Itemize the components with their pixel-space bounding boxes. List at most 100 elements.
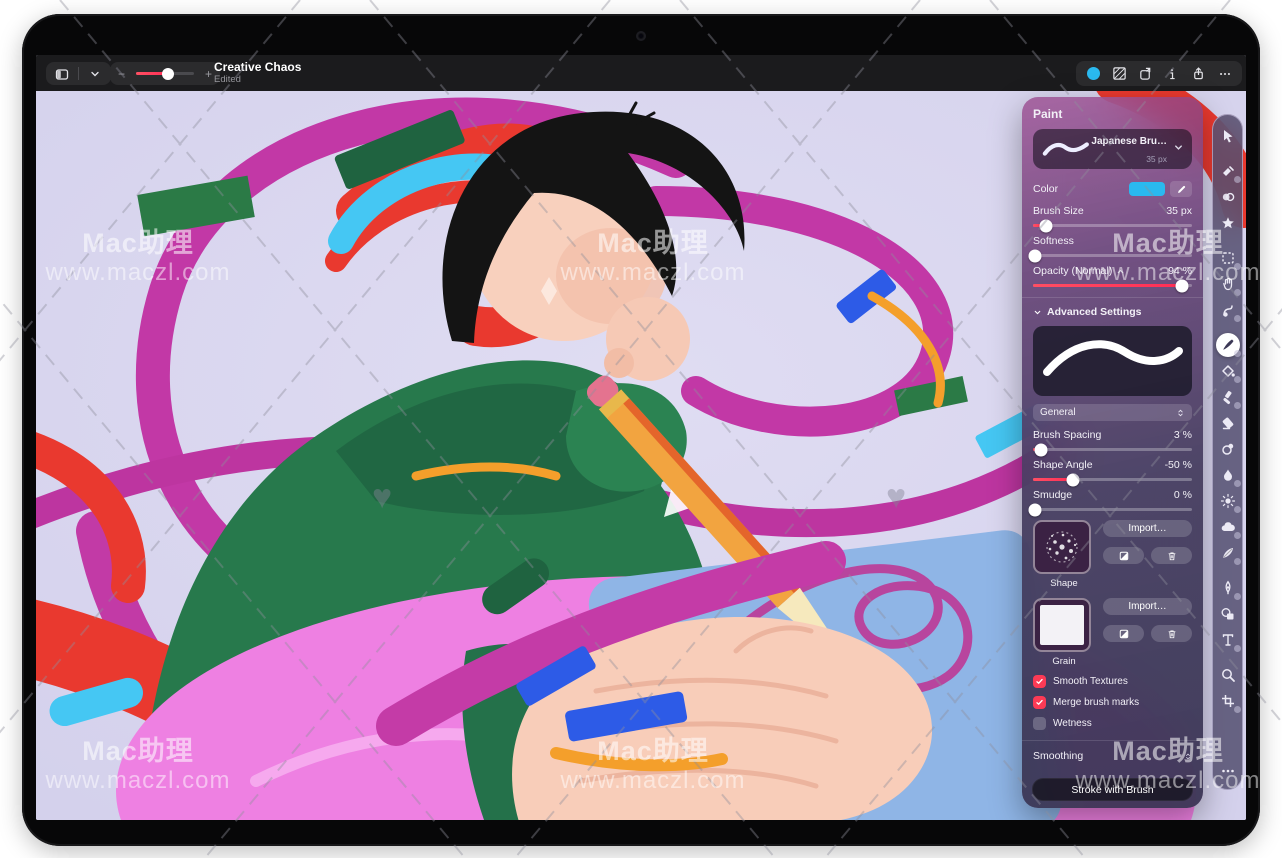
brush-size-slider[interactable]: Brush Size35 px bbox=[1033, 205, 1192, 227]
settings-category-select[interactable]: General bbox=[1033, 404, 1192, 421]
chevron-down-icon[interactable] bbox=[85, 64, 105, 84]
shape-angle-slider[interactable]: Shape Angle-50 % bbox=[1033, 459, 1192, 481]
zoom-slider-group[interactable]: − + bbox=[110, 62, 220, 85]
clone-tool[interactable] bbox=[1216, 437, 1240, 461]
zoom-slider[interactable] bbox=[136, 72, 194, 75]
brush-spacing-slider[interactable]: Brush Spacing3 % bbox=[1033, 429, 1192, 451]
divider bbox=[1022, 297, 1203, 298]
shapes-tool[interactable] bbox=[1216, 602, 1240, 626]
rotate-canvas-icon[interactable] bbox=[1136, 64, 1156, 84]
pencil-icon bbox=[1176, 184, 1187, 195]
document-title-block: Creative Chaos Edited bbox=[214, 60, 301, 85]
toolbar-separator bbox=[78, 67, 79, 80]
text-tool[interactable] bbox=[1216, 628, 1240, 652]
wetness-checkbox[interactable]: Wetness bbox=[1033, 717, 1192, 730]
toolbar-right-group bbox=[1076, 61, 1242, 86]
paint-tool[interactable] bbox=[1216, 333, 1240, 357]
grain-delete-button[interactable] bbox=[1151, 625, 1192, 642]
screenshot-stage: − + Creative Chaos Edited bbox=[0, 0, 1282, 858]
active-color-swatch[interactable] bbox=[1083, 64, 1103, 84]
chevron-down-icon[interactable] bbox=[1173, 140, 1184, 158]
toolbar: − + Creative Chaos Edited bbox=[36, 55, 1246, 91]
app-window: − + Creative Chaos Edited bbox=[36, 55, 1246, 820]
document-status: Edited bbox=[214, 74, 301, 85]
slice-tool[interactable] bbox=[1216, 689, 1240, 713]
tool-strip bbox=[1212, 114, 1243, 790]
slider-knob[interactable] bbox=[1034, 443, 1047, 456]
smooth-textures-checkbox[interactable]: Smooth Textures bbox=[1033, 675, 1192, 688]
slider-knob[interactable] bbox=[1039, 219, 1052, 232]
brush-selector[interactable]: Japanese Bru… 35 px bbox=[1033, 129, 1192, 169]
warp-tool[interactable] bbox=[1216, 541, 1240, 565]
brush-name-block: Japanese Bru… 35 px bbox=[1091, 131, 1167, 167]
brush-size-caption: 35 px bbox=[1146, 154, 1167, 164]
zoom-slider-knob[interactable] bbox=[162, 68, 174, 80]
shape-import-button[interactable]: Import… bbox=[1103, 520, 1192, 537]
updown-chevrons-icon bbox=[1176, 407, 1185, 419]
more-icon[interactable] bbox=[1215, 64, 1235, 84]
info-icon[interactable] bbox=[1162, 64, 1182, 84]
color-adjust-tool[interactable] bbox=[1216, 185, 1240, 209]
color-row: Color bbox=[1033, 181, 1192, 197]
chevron-down-icon bbox=[1033, 308, 1042, 317]
share-icon[interactable] bbox=[1188, 64, 1208, 84]
slider-knob[interactable] bbox=[1176, 279, 1189, 292]
trash-icon bbox=[1166, 550, 1178, 562]
advanced-settings-header[interactable]: Advanced Settings bbox=[1033, 306, 1192, 318]
document-title: Creative Chaos bbox=[214, 60, 301, 74]
zoom-in-button[interactable]: + bbox=[205, 68, 212, 80]
smoothing-value bbox=[1181, 751, 1192, 762]
smoothing-row[interactable]: Smoothing bbox=[1033, 750, 1192, 762]
shape-section: Shape Import… bbox=[1033, 520, 1192, 589]
brush-stroke-thumbnail bbox=[1041, 136, 1091, 162]
chevron-up-icon[interactable] bbox=[1116, 267, 1125, 276]
pattern-icon[interactable] bbox=[1109, 64, 1129, 84]
grain-import-button[interactable]: Import… bbox=[1103, 598, 1192, 615]
zoom-out-button[interactable]: − bbox=[118, 68, 125, 80]
divider bbox=[1022, 740, 1203, 741]
arrange-tool[interactable] bbox=[1216, 124, 1240, 148]
softness-slider[interactable]: Softness bbox=[1033, 235, 1192, 257]
brush-name: Japanese Bru… bbox=[1091, 136, 1167, 147]
erase-tool[interactable] bbox=[1216, 411, 1240, 435]
slider-knob[interactable] bbox=[1028, 249, 1041, 262]
sidebar-toggle-icon[interactable] bbox=[52, 64, 72, 84]
sidebar-toggle-group[interactable] bbox=[46, 62, 111, 85]
camera-dot bbox=[636, 31, 646, 41]
slider-knob[interactable] bbox=[1028, 503, 1041, 516]
zoom-tool[interactable] bbox=[1216, 663, 1240, 687]
select-tool[interactable] bbox=[1216, 246, 1240, 270]
opacity-slider[interactable]: Opacity (Normal) 94 % bbox=[1033, 265, 1192, 287]
color-label: Color bbox=[1033, 183, 1058, 195]
panel-title: Paint bbox=[1033, 107, 1192, 121]
merge-brush-marks-checkbox[interactable]: Merge brush marks bbox=[1033, 696, 1192, 709]
smoothing-label: Smoothing bbox=[1033, 750, 1083, 762]
smudge-quick-tool[interactable] bbox=[1216, 298, 1240, 322]
updown-chevrons-icon[interactable] bbox=[1184, 751, 1192, 762]
grain-label: Grain bbox=[1033, 656, 1095, 667]
shape-thumbnail[interactable] bbox=[1033, 520, 1091, 574]
gradient-tool[interactable] bbox=[1216, 385, 1240, 409]
stroke-with-brush-button[interactable]: Stroke with Brush bbox=[1032, 778, 1193, 801]
effects-tool[interactable] bbox=[1216, 211, 1240, 235]
pen-tool[interactable] bbox=[1216, 576, 1240, 600]
noise-tool[interactable] bbox=[1216, 515, 1240, 539]
color-swatch[interactable] bbox=[1129, 182, 1165, 196]
trash-icon bbox=[1166, 628, 1178, 640]
grain-section: Grain Import… bbox=[1033, 598, 1192, 667]
color-edit-button[interactable] bbox=[1170, 181, 1192, 197]
color-fill-tool[interactable] bbox=[1216, 359, 1240, 383]
shape-delete-button[interactable] bbox=[1151, 547, 1192, 564]
crop-tool[interactable] bbox=[1216, 159, 1240, 183]
move-tool[interactable] bbox=[1216, 272, 1240, 296]
slider-knob[interactable] bbox=[1066, 473, 1079, 486]
grain-invert-button[interactable] bbox=[1103, 625, 1144, 642]
blur-tool[interactable] bbox=[1216, 463, 1240, 487]
smudge-slider[interactable]: Smudge0 % bbox=[1033, 489, 1192, 511]
sharpen-tool[interactable] bbox=[1216, 489, 1240, 513]
more-tools[interactable] bbox=[1216, 759, 1240, 783]
shape-label: Shape bbox=[1033, 578, 1095, 589]
invert-icon bbox=[1118, 628, 1130, 640]
shape-invert-button[interactable] bbox=[1103, 547, 1144, 564]
grain-thumbnail[interactable] bbox=[1033, 598, 1091, 652]
